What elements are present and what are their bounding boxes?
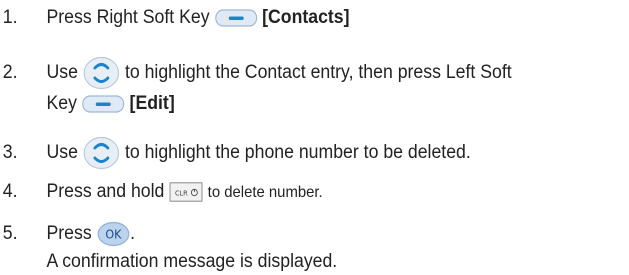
key-label: [Edit] — [129, 93, 175, 114]
step-5: 5. Press OK . — [0, 221, 585, 247]
step-text: Use — [46, 142, 78, 164]
step-text: Press — [46, 223, 92, 245]
step-text: to highlight the Contact entry, then pre… — [124, 62, 512, 84]
step-text: . — [130, 223, 135, 245]
step-3: 3. Use to highlight the phone number to b… — [0, 136, 585, 170]
step-text: Key — [46, 93, 77, 114]
key-label: [Contacts] — [262, 7, 350, 28]
navigation-key-icon — [83, 56, 120, 90]
step-number: 3. — [2, 142, 18, 164]
step-2: 2. Use to highlight the Contact entry, th… — [0, 56, 585, 90]
step-text: to highlight the phone number to be dele… — [124, 142, 471, 164]
step-text: Press and hold — [46, 181, 165, 202]
instruction-list: 1. Press Right Soft Key [Contacts] 2. Use … — [0, 0, 629, 272]
step-number: 1. — [2, 7, 18, 28]
step-text: Use — [46, 62, 78, 84]
confirmation-note: A confirmation message is displayed. — [46, 251, 338, 272]
step-4: 4. Press and hold CLR to delete number. — [0, 179, 585, 206]
soft-key-icon — [82, 94, 125, 114]
clear-key-label: CLR — [175, 189, 188, 197]
step-1: 1. Press Right Soft Key [Contacts] — [0, 5, 585, 31]
step-text: to delete number. — [207, 184, 323, 201]
ok-key-label: OK — [105, 227, 121, 241]
step-number: 4. — [2, 181, 18, 202]
soft-key-icon — [214, 8, 257, 28]
step-number: 5. — [2, 223, 18, 245]
ok-key-icon: OK — [97, 221, 130, 247]
step-text: Press Right Soft Key — [46, 7, 210, 28]
step-number: 2. — [2, 62, 18, 84]
clear-key-icon: CLR — [169, 182, 203, 202]
navigation-key-icon — [83, 136, 120, 170]
step-2-continued: Key [Edit] — [0, 91, 585, 117]
step-5-note: A confirmation message is displayed. — [0, 249, 585, 275]
